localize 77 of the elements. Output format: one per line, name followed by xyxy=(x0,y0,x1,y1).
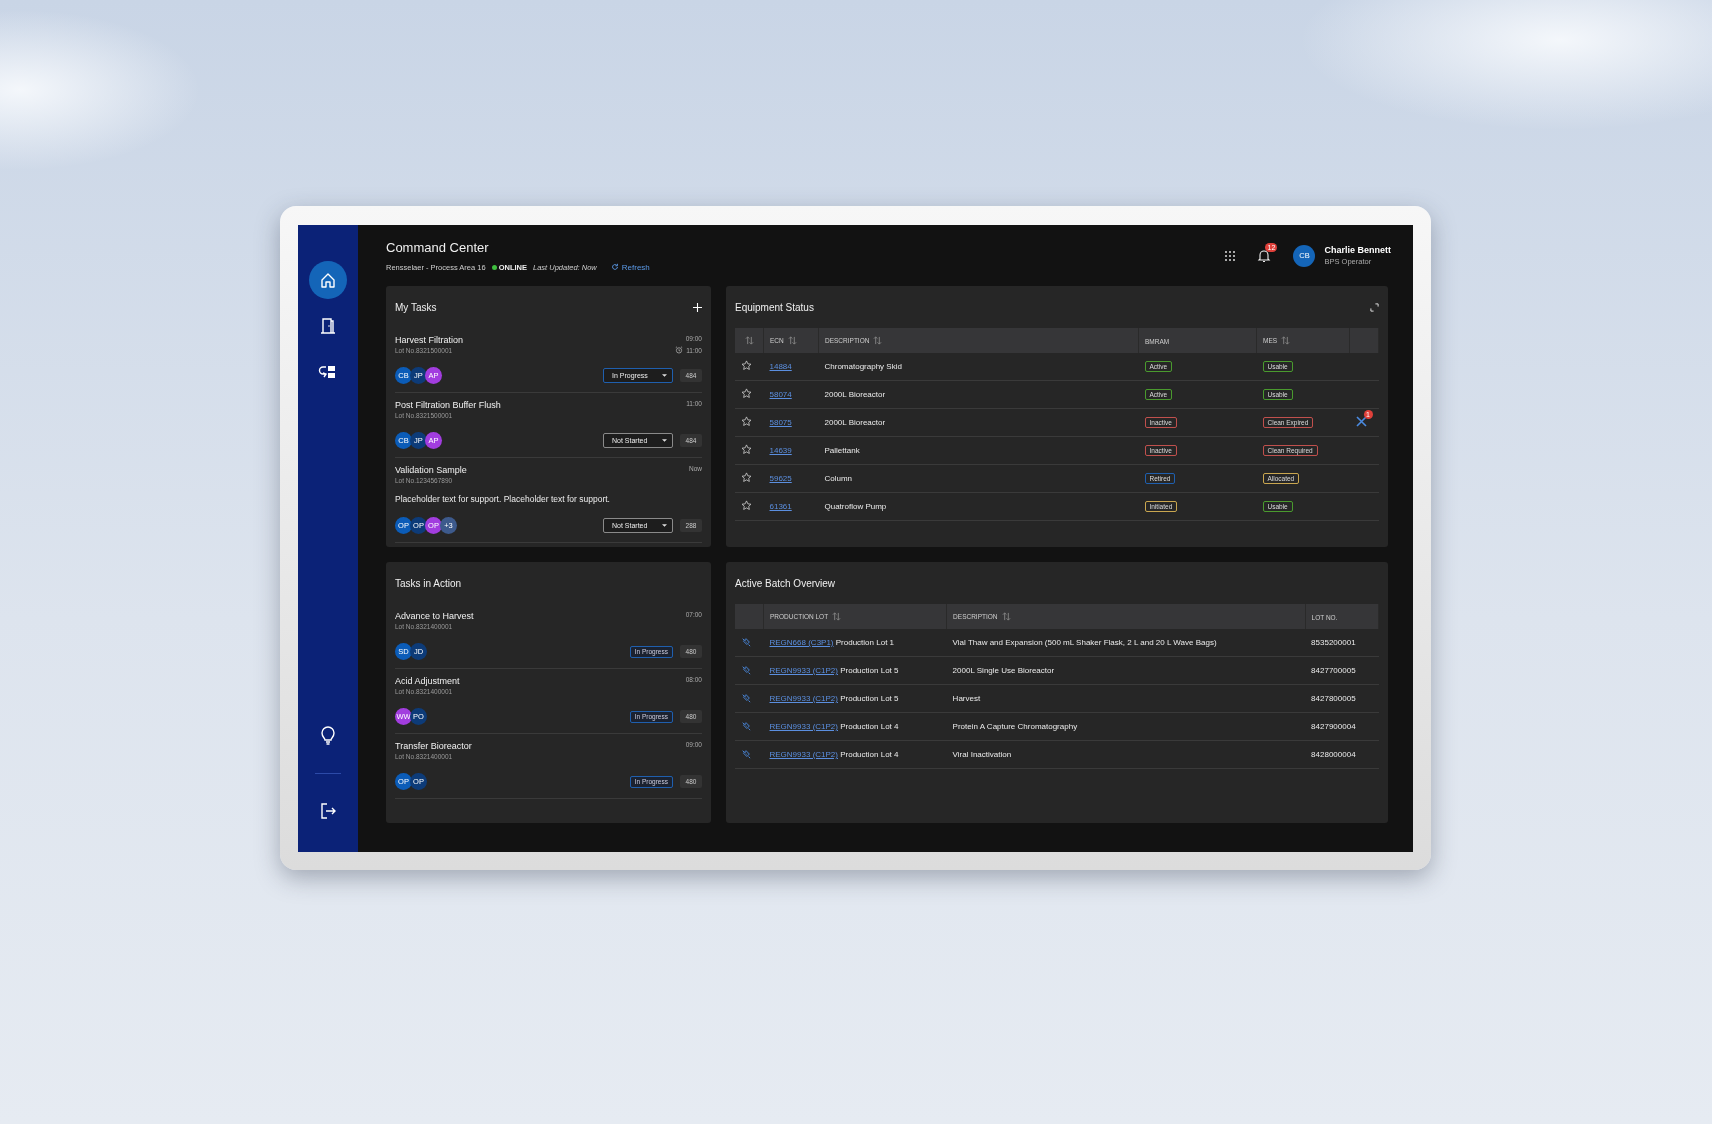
table-cell: Vial Thaw and Expansion (500 mL Shaker Flask, 2 L and 20 L Wave Bags) xyxy=(952,638,1217,647)
star-icon[interactable] xyxy=(741,500,752,511)
caret-icon xyxy=(662,438,667,443)
table-cell: 8427900004 xyxy=(1311,722,1356,731)
card-title: Active Batch Overview xyxy=(735,577,836,589)
table-cell: 2000L Bioreactor xyxy=(824,418,886,427)
lot-link[interactable]: REGN668 (C3P1) xyxy=(769,638,834,647)
sort-icon[interactable] xyxy=(1001,612,1011,621)
table-cell: Viral Inactivation xyxy=(952,750,1012,759)
door-icon xyxy=(318,316,338,336)
star-icon[interactable] xyxy=(741,416,752,427)
sort-icon[interactable] xyxy=(832,612,842,621)
card-title: My Tasks xyxy=(395,301,437,313)
page-title: Command Center xyxy=(386,239,490,255)
table-cell: 8428000004 xyxy=(1311,750,1356,759)
star-icon[interactable] xyxy=(741,388,752,399)
star-icon[interactable] xyxy=(741,472,752,483)
lot-link[interactable]: REGN9933 (C1P2) xyxy=(769,722,838,731)
task-name[interactable]: Post Filtration Buffer Flush xyxy=(395,400,501,410)
table-cell: 2000L Single Use Bioreactor xyxy=(952,666,1055,675)
ecn-link[interactable]: 59625 xyxy=(769,474,792,483)
ecn-link[interactable]: 14639 xyxy=(769,446,792,455)
task-name[interactable]: Validation Sample xyxy=(395,465,467,475)
table-cell: Production Lot 5 xyxy=(840,666,899,675)
task-name[interactable]: Transfer Bioreactor xyxy=(395,741,472,751)
table-cell: Chromatography Skid xyxy=(824,362,902,371)
card-title: Equipment Status xyxy=(735,301,814,313)
table-cell: Protein A Capture Chromatography xyxy=(952,722,1078,731)
card-title: Tasks in Action xyxy=(395,577,462,589)
table-cell: 8535200001 xyxy=(1311,638,1356,647)
ecn-link[interactable]: 14884 xyxy=(769,362,792,371)
star-icon[interactable] xyxy=(741,444,752,455)
table-cell: Harvest xyxy=(952,694,981,703)
refresh-link[interactable]: Refresh xyxy=(610,262,650,272)
star-icon[interactable] xyxy=(741,360,752,371)
status-dot xyxy=(491,264,497,270)
ecn-link[interactable]: 58075 xyxy=(769,418,792,427)
sort-icon[interactable] xyxy=(1281,336,1291,345)
task-name[interactable]: Acid Adjustment xyxy=(395,676,460,686)
sort-icon[interactable] xyxy=(787,336,797,345)
syringe-icon xyxy=(741,748,751,759)
syringe-icon xyxy=(741,692,751,703)
refresh-icon xyxy=(610,263,619,271)
table-cell: Quatroflow Pump xyxy=(824,502,887,511)
apps-grid-icon[interactable] xyxy=(1225,250,1236,261)
table-cell: Production Lot 5 xyxy=(840,694,899,703)
sort-icon[interactable] xyxy=(745,336,754,345)
table-cell: 8427700005 xyxy=(1311,666,1356,675)
lot-link[interactable]: REGN9933 (C1P2) xyxy=(769,750,838,759)
bell-icon[interactable] xyxy=(1257,248,1272,263)
alarm-clock-icon xyxy=(675,346,684,354)
lot-link[interactable]: REGN9933 (C1P2) xyxy=(769,694,838,703)
add-icon[interactable] xyxy=(693,302,702,312)
table-cell: 2000L Bioreactor xyxy=(824,390,886,399)
task-note: Placeholder text for support. Placeholder text for support. xyxy=(395,494,611,504)
syringe-icon xyxy=(741,664,751,675)
table-cell: Production Lot 4 xyxy=(840,750,899,759)
sort-icon[interactable] xyxy=(873,336,883,345)
ecn-link[interactable]: 61361 xyxy=(769,502,792,511)
nav-item[interactable] xyxy=(309,261,347,299)
caret-icon xyxy=(662,373,667,378)
logout-icon xyxy=(318,801,338,821)
lot-link[interactable]: REGN9933 (C1P2) xyxy=(769,666,838,675)
syringe-icon xyxy=(741,720,751,731)
syringe-icon xyxy=(741,636,751,647)
ecn-link[interactable]: 58074 xyxy=(769,390,792,399)
lightbulb-icon xyxy=(318,726,338,746)
table-cell: Pallettank xyxy=(824,446,860,455)
caret-icon xyxy=(662,523,667,528)
table-cell: 8427800005 xyxy=(1311,694,1356,703)
table-cell: Column xyxy=(824,474,853,483)
table-cell: Production Lot 1 xyxy=(835,638,895,647)
task-name[interactable]: Advance to Harvest xyxy=(395,611,474,621)
user-name: Charlie Bennett xyxy=(1324,245,1391,255)
expand-icon[interactable] xyxy=(1370,302,1379,312)
table-cell: Production Lot 4 xyxy=(840,722,899,731)
task-name[interactable]: Harvest Filtration xyxy=(395,335,464,345)
